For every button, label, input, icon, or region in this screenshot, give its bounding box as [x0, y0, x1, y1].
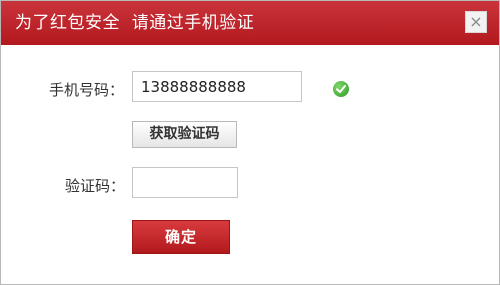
get-verification-code-button[interactable]: 获取验证码	[132, 121, 237, 148]
close-button[interactable]: ×	[465, 11, 487, 33]
verification-dialog: 为了红包安全 请通过手机验证 × 手机号码： 获取验证码 验证码： 确定	[0, 0, 500, 285]
dialog-title: 为了红包安全 请通过手机验证	[15, 13, 255, 33]
phone-number-label: 手机号码：	[49, 81, 125, 99]
confirm-button[interactable]: 确定	[132, 220, 230, 254]
close-icon: ×	[469, 12, 483, 31]
check-icon	[333, 81, 349, 97]
verification-code-label: 验证码：	[65, 177, 126, 195]
phone-number-input[interactable]	[132, 71, 302, 102]
verification-code-input[interactable]	[132, 167, 238, 198]
dialog-titlebar: 为了红包安全 请通过手机验证 ×	[1, 1, 499, 45]
